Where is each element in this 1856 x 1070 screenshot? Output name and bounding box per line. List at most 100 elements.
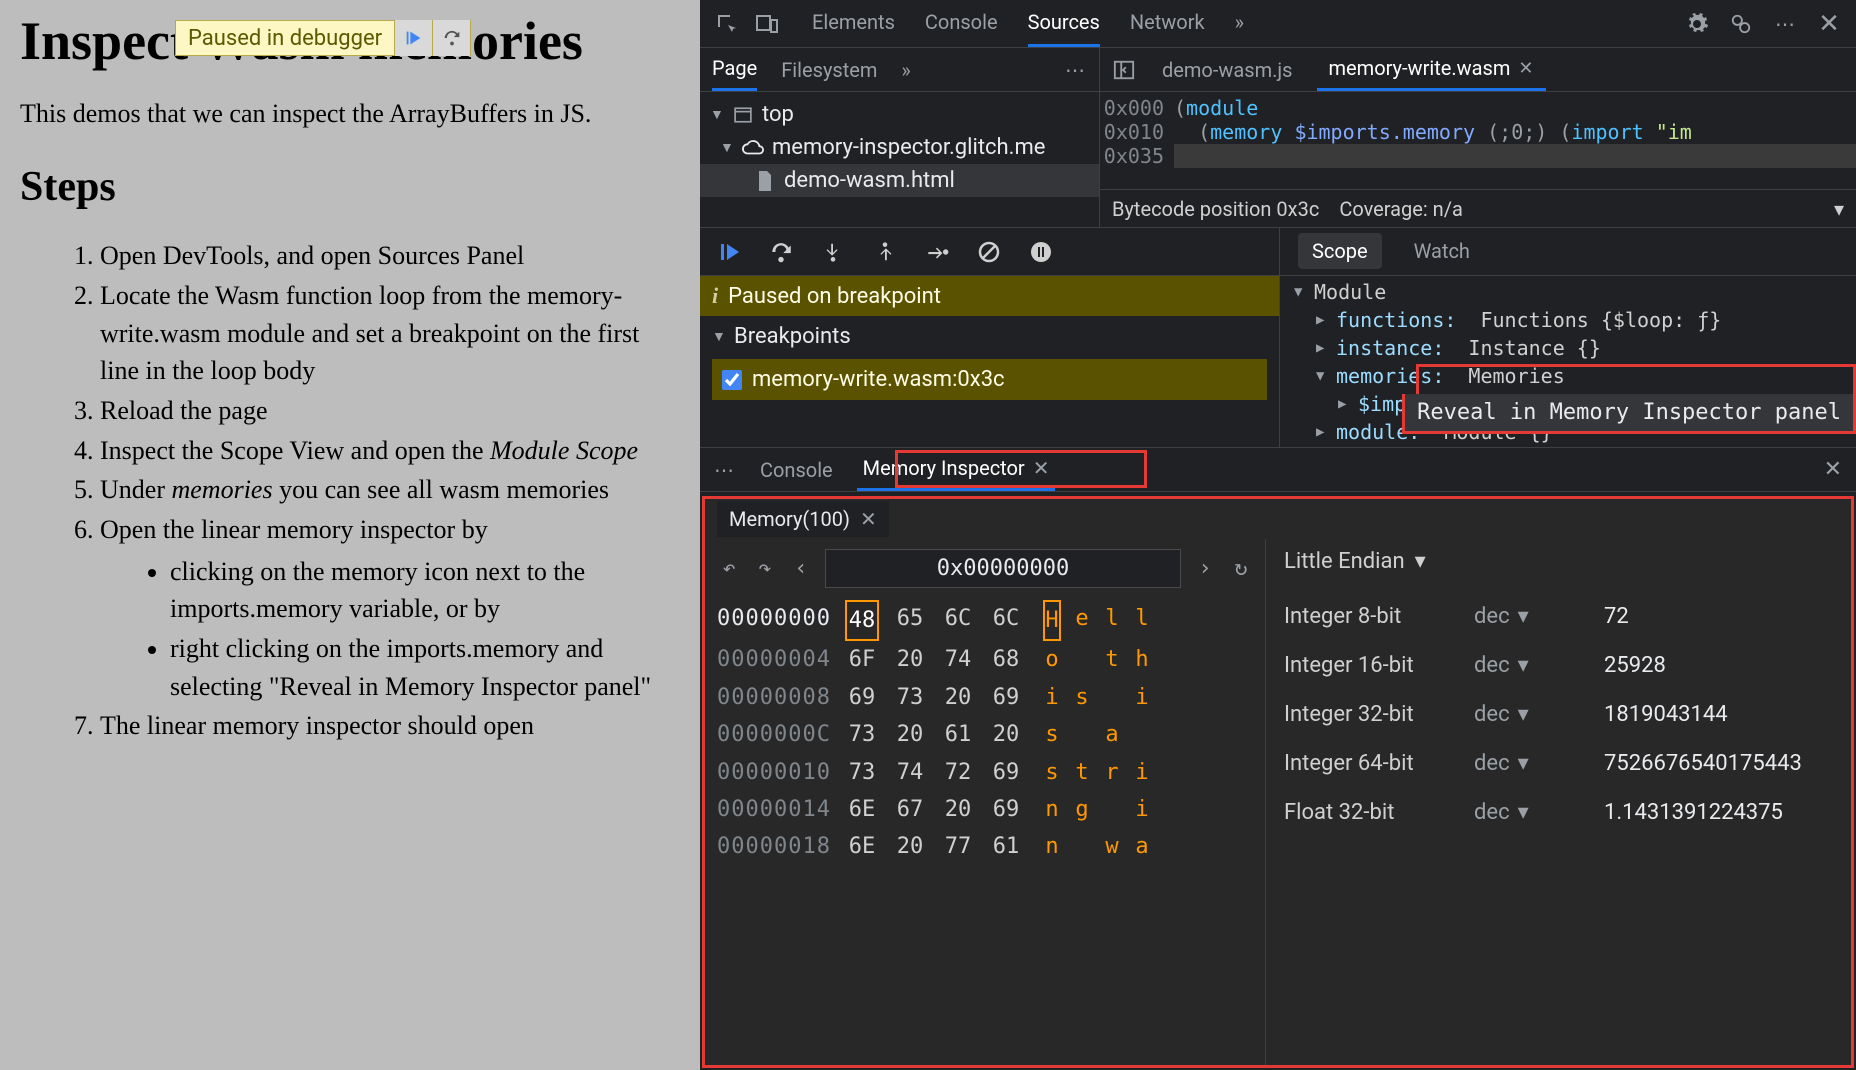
hex-byte[interactable]: 6C (941, 600, 975, 641)
hex-byte[interactable]: 67 (893, 791, 927, 828)
undo-icon[interactable]: ↶ (717, 556, 741, 581)
value-format-selector[interactable]: dec ▾ (1474, 751, 1604, 776)
hex-byte[interactable]: 20 (989, 716, 1023, 753)
memory-inspector-tab-memory100[interactable]: Memory(100) ✕ (717, 501, 889, 537)
hex-byte[interactable]: 6E (845, 791, 879, 828)
hex-ascii-char[interactable]: o (1043, 641, 1061, 678)
editor-tab-memory-write-wasm[interactable]: memory-write.wasm ✕ (1317, 48, 1546, 91)
breakpoint-item[interactable]: memory-write.wasm:0x3c (712, 359, 1267, 400)
prev-page-icon[interactable]: ‹ (789, 556, 813, 581)
hex-ascii-char[interactable] (1133, 716, 1151, 753)
inspect-element-icon[interactable] (714, 11, 740, 37)
hex-ascii-char[interactable]: l (1103, 600, 1121, 641)
value-format-selector[interactable]: dec ▾ (1474, 702, 1604, 727)
hex-byte[interactable]: 69 (845, 679, 879, 716)
drawer-tab-memory-inspector[interactable]: Memory Inspector ✕ (857, 448, 1056, 491)
deactivate-breakpoints-icon[interactable] (976, 239, 1002, 265)
hex-ascii-char[interactable]: a (1103, 716, 1121, 753)
resume-icon[interactable] (716, 239, 742, 265)
close-tab-icon[interactable]: ✕ (860, 507, 877, 531)
hex-ascii-char[interactable] (1073, 716, 1091, 753)
hex-row[interactable]: 0000000048656C6CHell (717, 600, 1253, 641)
hex-byte[interactable]: 73 (845, 754, 879, 791)
hex-byte[interactable]: 61 (989, 828, 1023, 865)
nav-more-menu-icon[interactable]: ⋯ (1065, 58, 1087, 82)
hex-ascii-char[interactable]: g (1073, 791, 1091, 828)
hex-ascii-char[interactable]: t (1073, 754, 1091, 791)
breakpoints-section-header[interactable]: ▼ Breakpoints (712, 324, 1267, 349)
tab-network[interactable]: Network (1130, 0, 1205, 47)
device-toolbar-icon[interactable] (754, 11, 780, 37)
hex-byte[interactable]: 61 (941, 716, 975, 753)
watch-tab[interactable]: Watch (1410, 229, 1474, 273)
drawer-more-icon[interactable]: ⋯ (714, 458, 736, 482)
step-out-icon[interactable] (872, 239, 898, 265)
hex-ascii-char[interactable]: n (1043, 828, 1061, 865)
hex-byte[interactable]: 69 (989, 679, 1023, 716)
hex-byte[interactable]: 73 (845, 716, 879, 753)
scope-tab[interactable]: Scope (1298, 233, 1382, 269)
hex-ascii-char[interactable]: i (1133, 754, 1151, 791)
hex-byte[interactable]: 6F (845, 641, 879, 678)
hex-byte[interactable]: 72 (941, 754, 975, 791)
refresh-icon[interactable]: ↻ (1229, 556, 1253, 581)
close-drawer-icon[interactable]: ✕ (1824, 457, 1842, 482)
hex-byte[interactable]: 20 (893, 716, 927, 753)
hex-row[interactable]: 000000146E672069ng i (717, 791, 1253, 828)
hex-ascii-char[interactable]: t (1103, 641, 1121, 678)
breakpoint-checkbox[interactable] (722, 370, 742, 390)
drawer-tab-console[interactable]: Console (754, 450, 839, 490)
hex-ascii-char[interactable]: e (1073, 600, 1091, 641)
next-page-icon[interactable]: › (1193, 556, 1217, 581)
tab-console[interactable]: Console (925, 0, 998, 47)
status-dropdown-icon[interactable]: ▾ (1834, 197, 1844, 221)
hex-ascii-char[interactable] (1073, 641, 1091, 678)
hex-ascii-char[interactable]: a (1133, 828, 1151, 865)
address-input[interactable] (825, 549, 1181, 588)
hex-ascii-char[interactable] (1103, 679, 1121, 716)
editor-tab-demo-wasm-js[interactable]: demo-wasm.js (1150, 50, 1305, 90)
tree-top-frame[interactable]: ▼ top (700, 98, 1099, 131)
hex-byte[interactable]: 68 (989, 641, 1023, 678)
tree-file-demo-wasm-html[interactable]: demo-wasm.html (700, 164, 1099, 197)
close-devtools-icon[interactable]: ✕ (1816, 11, 1842, 37)
hex-ascii-char[interactable] (1073, 828, 1091, 865)
hex-byte[interactable]: 74 (893, 754, 927, 791)
nav-tab-filesystem[interactable]: Filesystem (781, 50, 877, 90)
scope-instance[interactable]: ▶instance: Instance {} (1288, 334, 1848, 362)
code-editor[interactable]: 0x000(module 0x010 (memory $imports.memo… (1100, 92, 1856, 189)
hex-byte[interactable]: 73 (893, 679, 927, 716)
more-menu-icon[interactable]: ⋯ (1772, 11, 1798, 37)
hex-ascii-char[interactable]: i (1043, 679, 1061, 716)
settings-gear-icon[interactable] (1684, 11, 1710, 37)
hex-byte[interactable]: 69 (989, 791, 1023, 828)
tree-domain[interactable]: ▼ memory-inspector.glitch.me (700, 131, 1099, 164)
nav-tab-page[interactable]: Page (712, 48, 757, 91)
step-over-icon[interactable] (768, 239, 794, 265)
hex-ascii-char[interactable]: s (1043, 754, 1061, 791)
hex-row[interactable]: 000000186E207761n wa (717, 828, 1253, 865)
hex-byte[interactable]: 48 (845, 600, 879, 641)
hex-ascii-char[interactable] (1103, 791, 1121, 828)
hex-byte[interactable]: 6E (845, 828, 879, 865)
hex-ascii-char[interactable]: h (1133, 641, 1151, 678)
close-tab-icon[interactable]: ✕ (1033, 456, 1050, 480)
step-icon[interactable] (924, 239, 950, 265)
step-over-button-overlay[interactable] (432, 20, 470, 56)
step-into-icon[interactable] (820, 239, 846, 265)
redo-icon[interactable]: ↷ (753, 556, 777, 581)
hex-ascii-char[interactable]: n (1043, 791, 1061, 828)
tab-sources[interactable]: Sources (1028, 0, 1100, 47)
hex-row[interactable]: 0000000869732069is i (717, 679, 1253, 716)
resume-button-overlay[interactable] (394, 20, 432, 56)
hex-ascii-char[interactable]: s (1073, 679, 1091, 716)
hex-byte[interactable]: 20 (893, 641, 927, 678)
hex-byte[interactable]: 69 (989, 754, 1023, 791)
hex-byte[interactable]: 20 (941, 791, 975, 828)
hex-ascii-char[interactable]: H (1043, 600, 1061, 641)
scope-module[interactable]: ▼Module (1288, 278, 1848, 306)
feedback-icon[interactable] (1728, 11, 1754, 37)
hex-byte[interactable]: 77 (941, 828, 975, 865)
hex-byte[interactable]: 6C (989, 600, 1023, 641)
hex-ascii-char[interactable]: l (1133, 600, 1151, 641)
